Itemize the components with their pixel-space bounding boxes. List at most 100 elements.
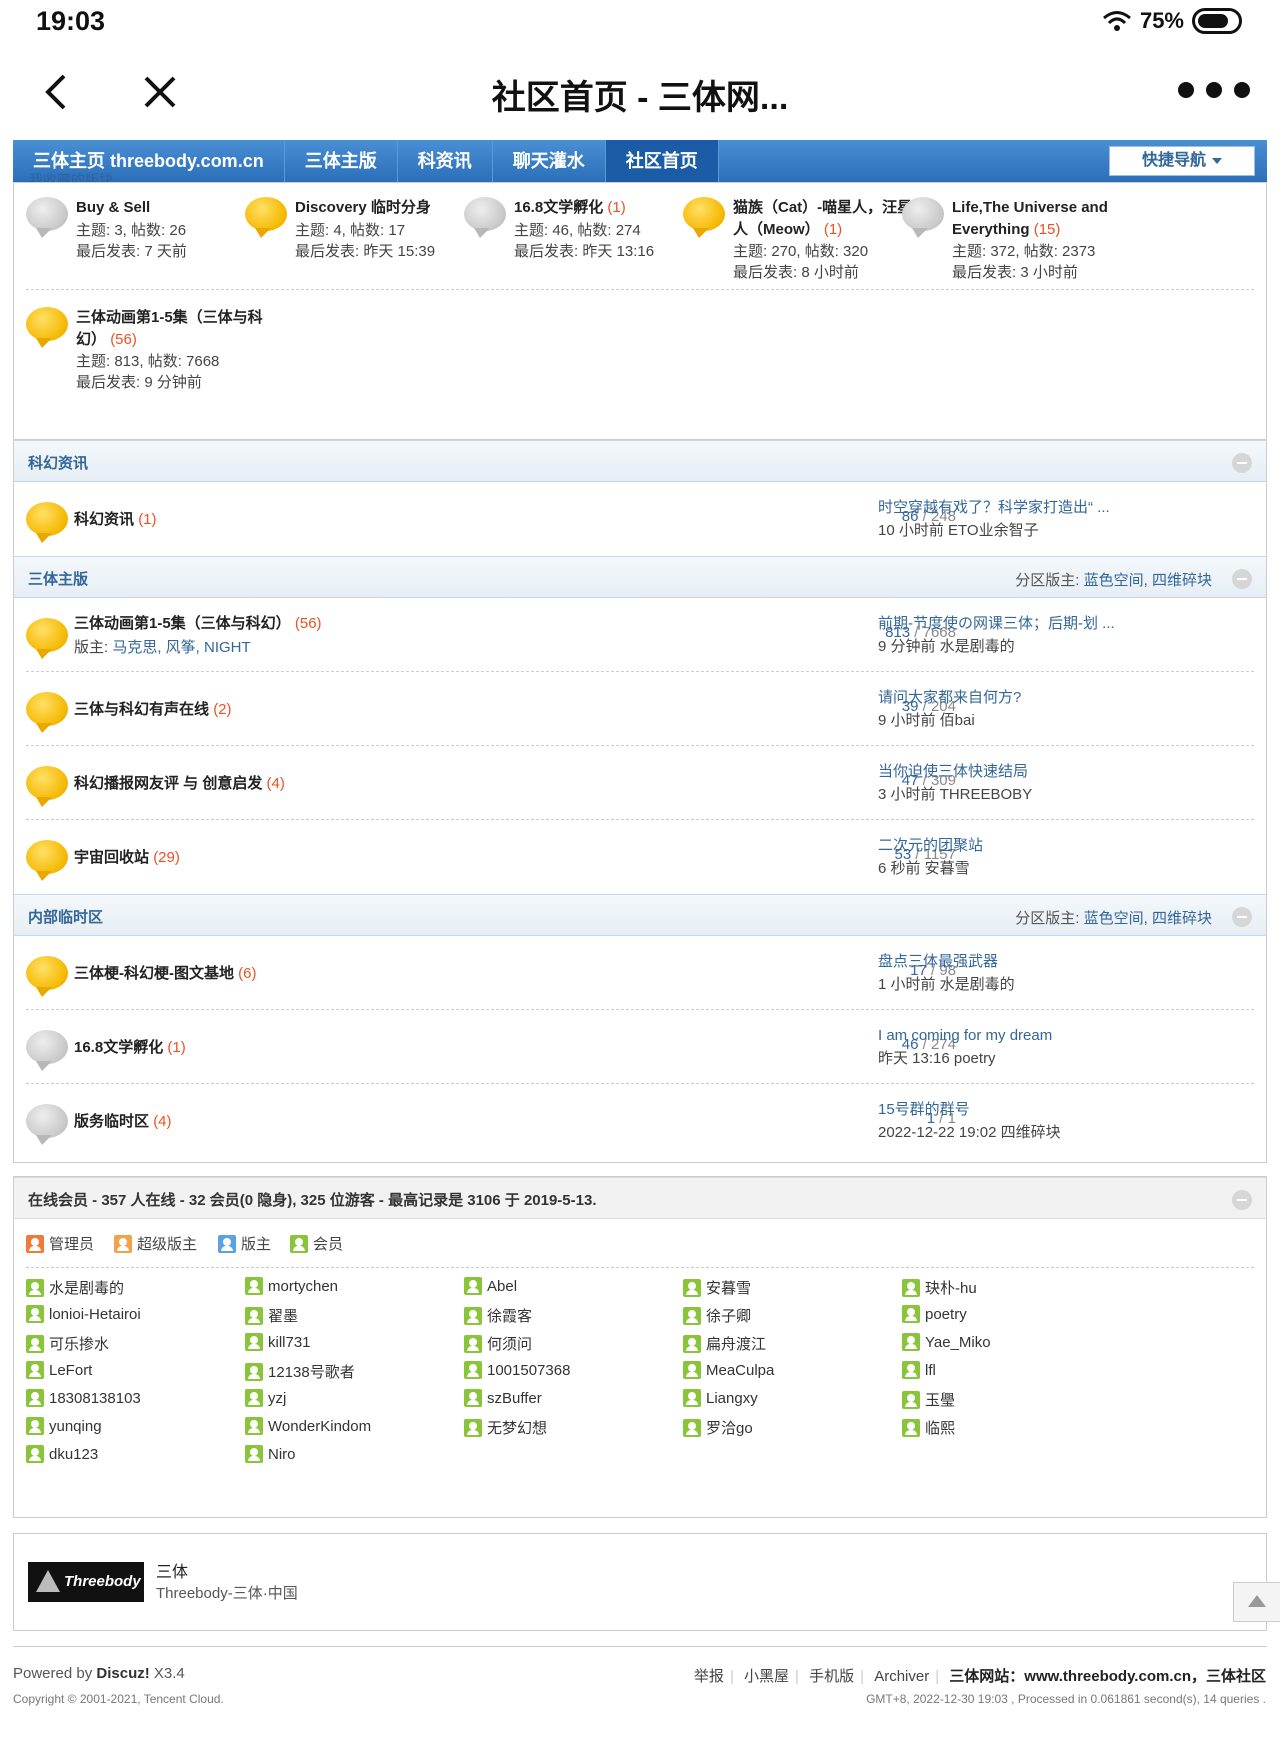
forum-name-text[interactable]: 三体与科幻有声在线 (74, 701, 209, 718)
online-user[interactable]: poetry (902, 1305, 967, 1323)
user-name[interactable]: 罗洽go (706, 1417, 753, 1438)
forum-name-text[interactable]: 科幻资讯 (74, 511, 134, 528)
online-user[interactable]: lfl (902, 1361, 936, 1379)
user-name[interactable]: MeaCulpa (706, 1362, 774, 1379)
collapse-icon[interactable] (1232, 907, 1252, 927)
collapse-icon[interactable] (1232, 1190, 1252, 1210)
favorite-forum-name[interactable]: Life,The Universe and Everything (15) (952, 197, 1142, 241)
footer-site-link[interactable]: 三体网站：www.threebody.com.cn，三体社区 (949, 1668, 1266, 1685)
online-user[interactable]: 何须问 (464, 1333, 532, 1354)
section-title[interactable]: 内部临时区 (28, 906, 103, 927)
online-user[interactable]: MeaCulpa (683, 1361, 774, 1379)
user-name[interactable]: yunqing (49, 1418, 102, 1435)
user-name[interactable]: 翟墨 (268, 1305, 298, 1326)
online-user[interactable]: 翟墨 (245, 1305, 298, 1326)
forum-name[interactable]: 科幻播报网友评 与 创意启发 (4) (74, 772, 285, 793)
moderator-link[interactable]: 蓝色空间 (1084, 910, 1144, 927)
favorite-forum[interactable]: 三体动画第1-5集（三体与科幻） (56) 主题: 813, 帖数: 7668 最后… (26, 293, 266, 403)
forum-name[interactable]: Buy & Sell (76, 199, 150, 216)
online-user[interactable]: 玉璺 (902, 1389, 955, 1410)
user-name[interactable]: 水是剧毒的 (49, 1277, 124, 1298)
user-name[interactable]: 玉璺 (925, 1389, 955, 1410)
forum-name-text[interactable]: 16.8文学孵化 (74, 1039, 163, 1056)
user-name[interactable]: LeFort (49, 1362, 92, 1379)
online-user[interactable]: 玦朴-hu (902, 1277, 977, 1298)
online-user[interactable]: mortychen (245, 1277, 338, 1295)
last-post-title[interactable]: 当你迫使三体快速结局 (878, 760, 1138, 783)
nav-sci-news[interactable]: 科资讯 (398, 140, 493, 182)
user-name[interactable]: 1001507368 (487, 1362, 570, 1379)
discuz-link[interactable]: Discuz! (96, 1665, 149, 1682)
user-name[interactable]: szBuffer (487, 1390, 542, 1407)
last-post-title[interactable]: I am coming for my dream (878, 1024, 1138, 1047)
footer-link-report[interactable]: 举报 (694, 1668, 724, 1685)
user-name[interactable]: 扁舟渡江 (706, 1333, 766, 1354)
online-user[interactable]: 1001507368 (464, 1361, 570, 1379)
moderator-link[interactable]: 四维碎块 (1152, 572, 1212, 589)
online-user[interactable]: 可乐掺水 (26, 1333, 109, 1354)
online-user[interactable]: dku123 (26, 1445, 98, 1463)
last-post-title[interactable]: 请问大家都来自何方? (878, 686, 1138, 709)
more-icon[interactable] (1178, 82, 1250, 98)
user-name[interactable]: kill731 (268, 1334, 311, 1351)
online-user[interactable]: 安暮雪 (683, 1277, 751, 1298)
forum-name[interactable]: 16.8文学孵化 (514, 199, 603, 216)
user-name[interactable]: 12138号歌者 (268, 1361, 355, 1382)
online-user[interactable]: szBuffer (464, 1389, 542, 1407)
online-user[interactable]: 12138号歌者 (245, 1361, 355, 1382)
forum-name[interactable]: Discovery 临时分身 (295, 199, 431, 216)
user-name[interactable]: poetry (925, 1306, 967, 1323)
last-post-title[interactable]: 时空穿越有戏了？科学家打造出“ ... (878, 496, 1138, 519)
moderator-link[interactable]: 蓝色空间 (1084, 572, 1144, 589)
moderator-links[interactable]: 马克思, 风筝, NIGHT (112, 639, 250, 656)
online-user[interactable]: WonderKindom (245, 1417, 371, 1435)
user-name[interactable]: 可乐掺水 (49, 1333, 109, 1354)
user-name[interactable]: lfl (925, 1362, 936, 1379)
forum-name[interactable]: 猫族（Cat）-喵星人，汪星人（Meow） (733, 199, 912, 238)
favorite-forum[interactable]: Discovery 临时分身 主题: 4, 帖数: 17 最后发表: 昨天 15:3… (245, 183, 485, 293)
forum-name[interactable]: 16.8文学孵化 (1) (74, 1036, 186, 1057)
forum-name-text[interactable]: 三体动画第1-5集（三体与科幻） (74, 615, 291, 632)
nav-community-home[interactable]: 社区首页 (605, 140, 719, 182)
collapse-icon[interactable] (1232, 453, 1252, 473)
online-user[interactable]: 徐子卿 (683, 1305, 751, 1326)
favorite-forum[interactable]: Buy & Sell 主题: 3, 帖数: 26 最后发表: 7 天前 (26, 183, 266, 293)
section-title[interactable]: 科幻资讯 (28, 452, 88, 473)
online-user[interactable]: 无梦幻想 (464, 1417, 547, 1438)
user-name[interactable]: Yae_Miko (925, 1334, 991, 1351)
online-user[interactable]: 临熙 (902, 1417, 955, 1438)
user-name[interactable]: 徐霞客 (487, 1305, 532, 1326)
user-name[interactable]: Abel (487, 1278, 517, 1295)
favorite-forum-name[interactable]: 猫族（Cat）-喵星人，汪星人（Meow） (1) (733, 197, 923, 241)
online-user[interactable]: Liangxy (683, 1389, 758, 1407)
online-user[interactable]: 18308138103 (26, 1389, 141, 1407)
favorite-forum-name[interactable]: Buy & Sell (76, 197, 266, 219)
user-name[interactable]: 安暮雪 (706, 1277, 751, 1298)
online-user[interactable]: Niro (245, 1445, 296, 1463)
forum-name-text[interactable]: 宇宙回收站 (74, 849, 149, 866)
moderator-link[interactable]: 四维碎块 (1152, 910, 1212, 927)
nav-main-board[interactable]: 三体主版 (285, 140, 398, 182)
online-user[interactable]: Abel (464, 1277, 517, 1295)
last-post-title[interactable]: 前期-节度使の网课三体；后期-划 ... (878, 612, 1138, 635)
online-user[interactable]: Yae_Miko (902, 1333, 991, 1351)
online-user[interactable]: yunqing (26, 1417, 102, 1435)
favorite-forum[interactable]: Life,The Universe and Everything (15) 主题:… (902, 183, 1142, 293)
user-name[interactable]: lonioi-Hetairoi (49, 1306, 141, 1323)
forum-name[interactable]: 科幻资讯 (1) (74, 508, 157, 529)
online-user[interactable]: 徐霞客 (464, 1305, 532, 1326)
user-name[interactable]: 何须问 (487, 1333, 532, 1354)
online-user[interactable]: 罗洽go (683, 1417, 753, 1438)
forum-name[interactable]: Life,The Universe and Everything (952, 199, 1108, 238)
user-name[interactable]: yzj (268, 1390, 286, 1407)
forum-name[interactable]: 三体与科幻有声在线 (2) (74, 698, 232, 719)
online-user[interactable]: LeFort (26, 1361, 92, 1379)
user-name[interactable]: 徐子卿 (706, 1305, 751, 1326)
favorite-forum[interactable]: 16.8文学孵化 (1) 主题: 46, 帖数: 274 最后发表: 昨天 13:1… (464, 183, 704, 293)
user-name[interactable]: WonderKindom (268, 1418, 371, 1435)
user-name[interactable]: 临熙 (925, 1417, 955, 1438)
forum-name[interactable]: 三体梗-科幻梗-图文基地 (6) (74, 962, 257, 983)
forum-name[interactable]: 版务临时区 (4) (74, 1110, 172, 1131)
nav-chat[interactable]: 聊天灌水 (493, 140, 606, 182)
favorite-forum-name[interactable]: 16.8文学孵化 (1) (514, 197, 704, 219)
